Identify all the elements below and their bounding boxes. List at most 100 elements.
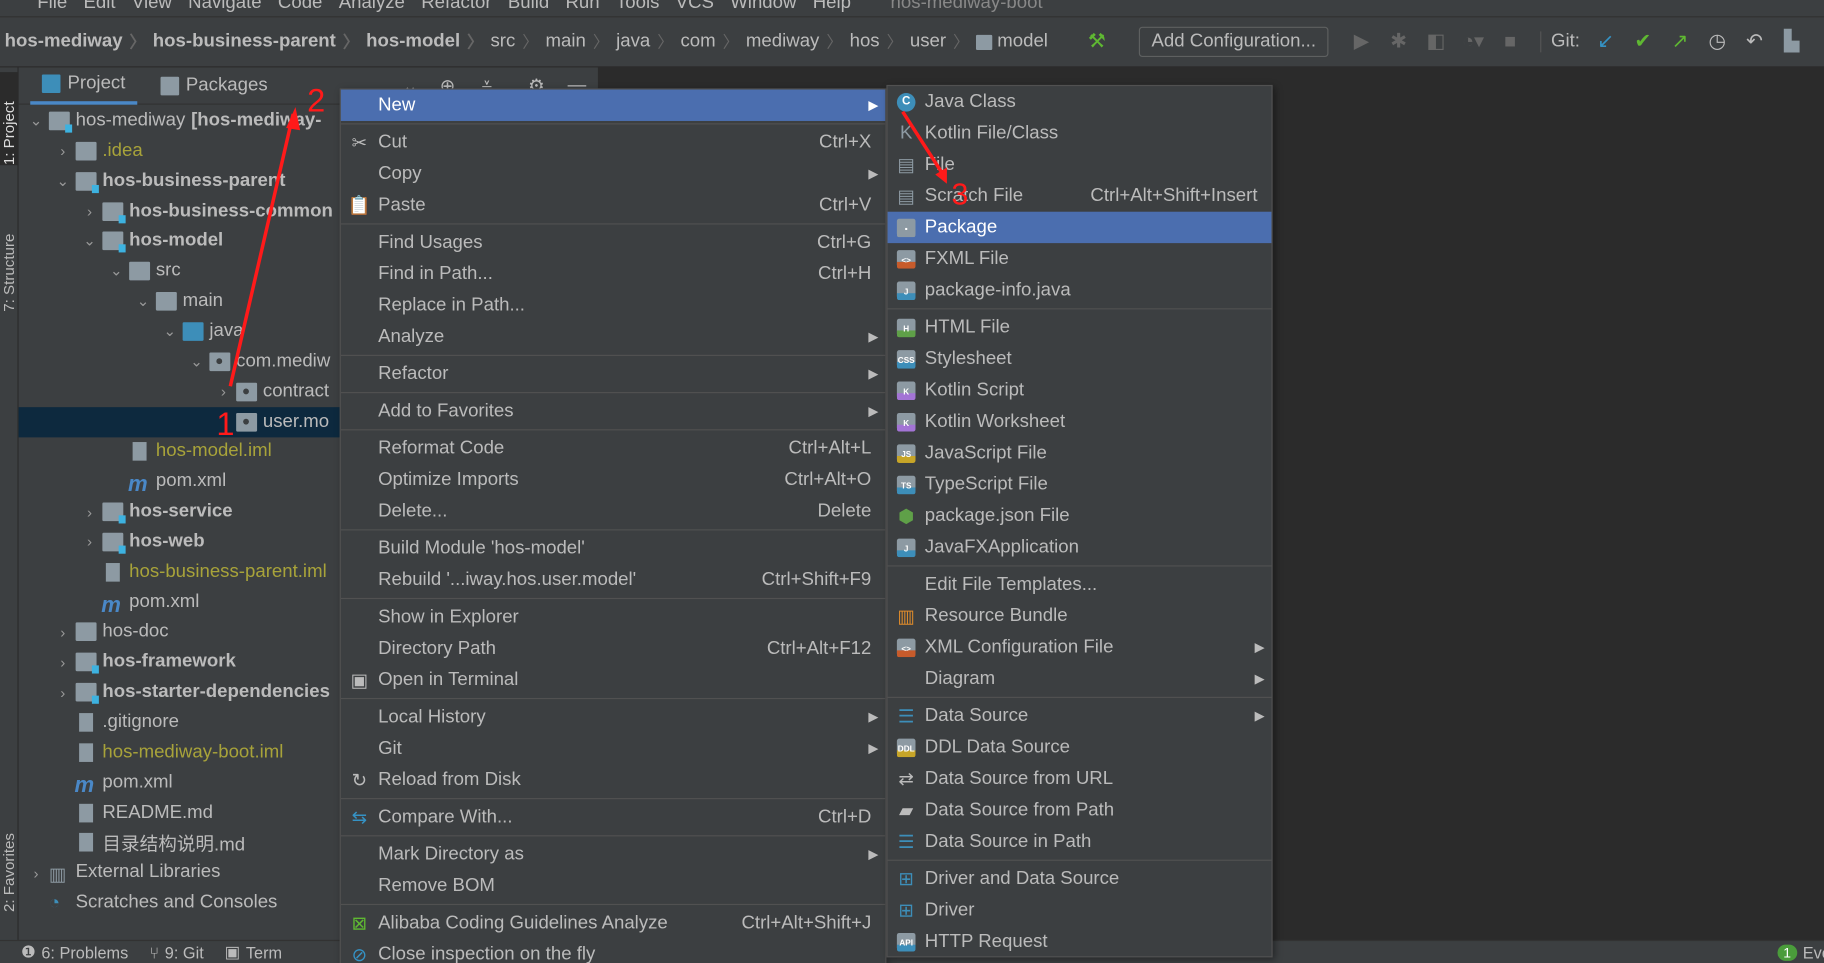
breadcrumb-item[interactable]: hos 〉: [850, 30, 910, 53]
menu-item-local-history[interactable]: Local History ▶: [341, 701, 885, 732]
menu-item-find-in-path[interactable]: Find in Path... Ctrl+H: [341, 258, 885, 289]
menu-item-stylesheet[interactable]: CSS Stylesheet: [888, 343, 1272, 374]
menu-navigate[interactable]: Navigate: [188, 0, 261, 14]
menu-item-remove-bom[interactable]: Remove BOM: [341, 870, 885, 901]
chevron-down-icon[interactable]: ⌄: [81, 232, 97, 251]
menu-item-add-to-favorites[interactable]: Add to Favorites ▶: [341, 396, 885, 427]
menu-item-paste[interactable]: 📋 Paste Ctrl+V: [341, 190, 885, 221]
menu-vcs[interactable]: VCS: [676, 0, 714, 14]
menu-item-javafxapplication[interactable]: J JavaFXApplication: [888, 532, 1272, 563]
breadcrumb-item[interactable]: src 〉: [490, 30, 545, 53]
menu-item-xml-configuration-file[interactable]: <> XML Configuration File ▶: [888, 632, 1272, 663]
menu-item-find-usages[interactable]: Find Usages Ctrl+G: [341, 227, 885, 258]
chevron-right-icon[interactable]: ›: [55, 623, 71, 640]
menu-item-refactor[interactable]: Refactor ▶: [341, 358, 885, 389]
menu-item-git[interactable]: Git ▶: [341, 733, 885, 764]
menu-item-kotlin-worksheet[interactable]: K Kotlin Worksheet: [888, 406, 1272, 437]
chevron-right-icon[interactable]: ›: [55, 654, 71, 671]
menu-item-alibaba-coding-guidelines-analyze[interactable]: ⊠ Alibaba Coding Guidelines Analyze Ctrl+A…: [341, 907, 885, 938]
menu-item-copy[interactable]: Copy ▶: [341, 158, 885, 189]
menu-item-build-module-hos-model[interactable]: Build Module 'hos-model': [341, 533, 885, 564]
menu-item-ddl-data-source[interactable]: DDL DDL Data Source: [888, 732, 1272, 763]
chevron-down-icon[interactable]: ⌄: [188, 352, 204, 371]
chevron-down-icon[interactable]: ⌄: [28, 112, 44, 131]
profile-icon[interactable]: ◔▾: [1461, 30, 1484, 53]
menu-item-compare-with[interactable]: ⇆ Compare With... Ctrl+D: [341, 801, 885, 832]
breadcrumb-item[interactable]: hos-mediway 〉: [5, 30, 153, 53]
menu-item-kotlin-file-class[interactable]: K Kotlin File/Class: [888, 117, 1272, 148]
menu-view[interactable]: View: [132, 0, 172, 14]
menu-item-new[interactable]: New ▶: [340, 89, 886, 121]
menu-item-data-source-from-path[interactable]: ▰ Data Source from Path: [888, 795, 1272, 826]
menu-item-analyze[interactable]: Analyze ▶: [341, 321, 885, 352]
breadcrumb-item[interactable]: hos-business-parent 〉: [153, 30, 366, 53]
menu-item-typescript-file[interactable]: TS TypeScript File: [888, 469, 1272, 500]
menu-item-replace-in-path[interactable]: Replace in Path...: [341, 290, 885, 321]
menu-item-package-json-file[interactable]: ⬢ package.json File: [888, 500, 1272, 531]
menu-item-rebuild-iway-hos-user-model[interactable]: Rebuild '...iway.hos.user.model' Ctrl+Shi…: [341, 564, 885, 595]
menu-build[interactable]: Build: [508, 0, 549, 14]
menu-item-mark-directory-as[interactable]: Mark Directory as ▶: [341, 839, 885, 870]
breadcrumb-item[interactable]: mediway 〉: [746, 30, 850, 53]
menu-item-data-source-in-path[interactable]: ☰ Data Source in Path: [888, 826, 1272, 857]
menu-item-close-inspection-on-the-fly[interactable]: ⊘ Close inspection on the fly: [341, 939, 885, 963]
chevron-down-icon[interactable]: ⌄: [162, 322, 178, 341]
structure-tool-tab[interactable]: 7: Structure: [0, 207, 19, 312]
menu-item-driver-and-data-source[interactable]: ⊞ Driver and Data Source: [888, 863, 1272, 894]
chevron-right-icon[interactable]: ›: [55, 684, 71, 701]
menu-item-driver[interactable]: ⊞ Driver: [888, 895, 1272, 926]
menu-item-show-in-explorer[interactable]: Show in Explorer: [341, 601, 885, 632]
run-icon[interactable]: ▶: [1350, 30, 1373, 53]
stop-icon[interactable]: ■: [1499, 30, 1522, 53]
menu-item-fxml-file[interactable]: <> FXML File: [888, 243, 1272, 274]
menu-item-cut[interactable]: ✂ Cut Ctrl+X: [341, 127, 885, 158]
breadcrumb-item[interactable]: java 〉: [616, 30, 680, 53]
menu-tools[interactable]: Tools: [616, 0, 659, 14]
breadcrumb-item[interactable]: com 〉: [680, 30, 745, 53]
problems-tool-button[interactable]: ❶ 6: Problems: [21, 942, 128, 962]
git-update-icon[interactable]: ↙: [1594, 30, 1617, 53]
project-structure-icon[interactable]: ▙: [1780, 30, 1803, 53]
menu-item-optimize-imports[interactable]: Optimize Imports Ctrl+Alt+O: [341, 464, 885, 495]
menu-item-html-file[interactable]: H HTML File: [888, 312, 1272, 343]
menu-item-resource-bundle[interactable]: ▥ Resource Bundle: [888, 600, 1272, 631]
menu-item-data-source-from-url[interactable]: ⇄ Data Source from URL: [888, 763, 1272, 794]
history-icon[interactable]: ◷: [1706, 30, 1729, 53]
tab-packages[interactable]: Packages: [149, 67, 280, 104]
project-tool-tab[interactable]: 1: Project: [0, 72, 19, 166]
chevron-down-icon[interactable]: ⌄: [55, 172, 71, 191]
menu-item-diagram[interactable]: Diagram ▶: [888, 663, 1272, 694]
favorites-tool-tab[interactable]: 2: Favorites: [0, 807, 19, 912]
debug-icon[interactable]: ✱: [1387, 30, 1410, 53]
menu-item-http-request[interactable]: API HTTP Request: [888, 926, 1272, 957]
menu-run[interactable]: Run: [565, 0, 599, 14]
menu-item-edit-file-templates[interactable]: Edit File Templates...: [888, 569, 1272, 600]
terminal-tool-button[interactable]: ▣ Term: [225, 942, 282, 962]
coverage-icon[interactable]: ◧: [1424, 30, 1447, 53]
chevron-down-icon[interactable]: ⌄: [135, 292, 151, 311]
tab-project[interactable]: Project: [30, 67, 138, 105]
breadcrumb-item[interactable]: model: [976, 30, 1048, 53]
chevron-right-icon[interactable]: ›: [81, 533, 97, 550]
chevron-right-icon[interactable]: ›: [81, 503, 97, 520]
menu-item-file[interactable]: ▤ File: [888, 149, 1272, 180]
breadcrumb-item[interactable]: hos-model 〉: [366, 30, 490, 53]
chevron-right-icon[interactable]: ›: [55, 142, 71, 159]
build-hammer-icon[interactable]: ⚒: [1085, 30, 1108, 53]
menu-help[interactable]: Help: [813, 0, 851, 14]
chevron-right-icon[interactable]: ›: [28, 864, 44, 881]
menu-window[interactable]: Window: [730, 0, 796, 14]
menu-item-reload-from-disk[interactable]: ↻ Reload from Disk: [341, 764, 885, 795]
menu-item-scratch-file[interactable]: ▤ Scratch File Ctrl+Alt+Shift+Insert: [888, 180, 1272, 211]
breadcrumb-item[interactable]: user 〉: [910, 30, 976, 53]
menu-item-package-info-java[interactable]: Jpackage-info.java: [888, 275, 1272, 306]
git-tool-button[interactable]: ⑂ 9: Git: [149, 943, 204, 962]
git-push-icon[interactable]: ↗: [1668, 30, 1691, 53]
menu-item-reformat-code[interactable]: Reformat Code Ctrl+Alt+L: [341, 433, 885, 464]
menu-item-javascript-file[interactable]: JS JavaScript File: [888, 437, 1272, 468]
menu-item-open-in-terminal[interactable]: ▣ Open in Terminal: [341, 664, 885, 695]
add-configuration-button[interactable]: Add Configuration...: [1138, 26, 1329, 58]
menu-item-directory-path[interactable]: Directory Path Ctrl+Alt+F12: [341, 633, 885, 664]
menu-edit[interactable]: Edit: [84, 0, 116, 14]
rollback-icon[interactable]: ↶: [1743, 30, 1766, 53]
